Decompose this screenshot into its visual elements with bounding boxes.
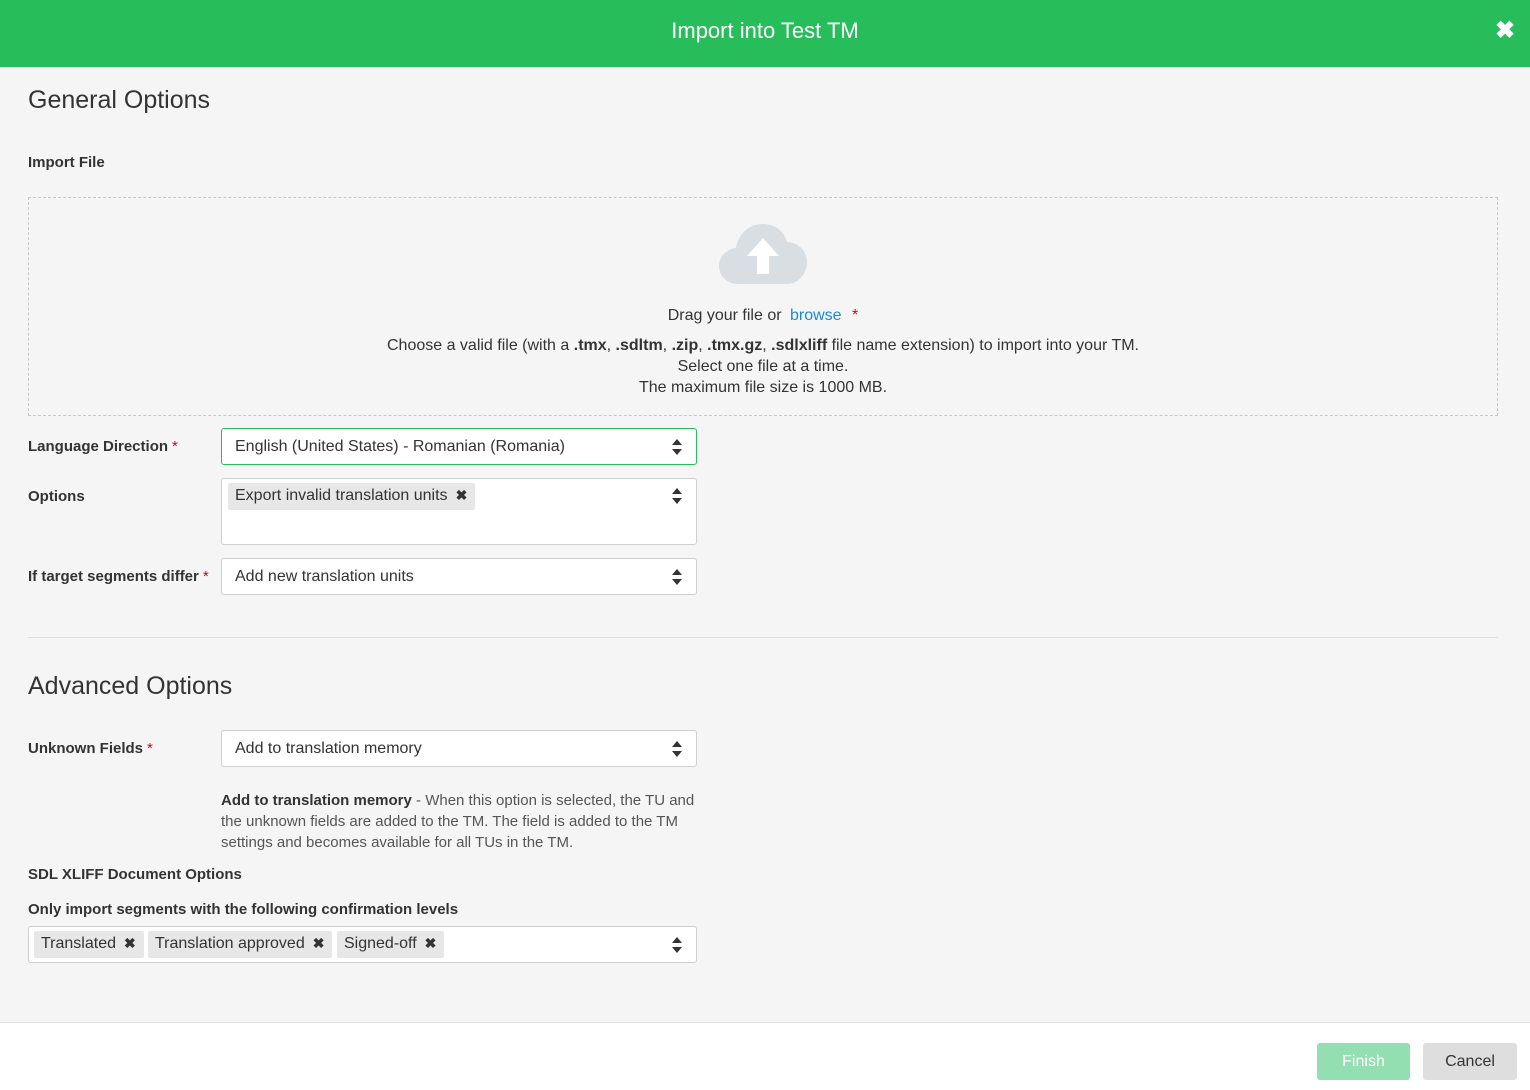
dropzone-choose-line: Choose a valid file (with a .tmx, .sdltm…	[386, 337, 1139, 354]
ext-sdlxliff: .sdlxliff	[771, 337, 828, 354]
browse-link[interactable]: browse	[790, 307, 842, 324]
target-differ-value: Add new translation units	[235, 568, 414, 585]
remove-tag-icon[interactable]: ✖	[124, 935, 136, 952]
caret-updown-icon	[672, 488, 682, 504]
help-bold: Add to translation memory	[221, 792, 412, 809]
remove-tag-icon[interactable]: ✖	[456, 487, 468, 504]
required-mark: *	[852, 307, 859, 324]
unknown-fields-value: Add to translation memory	[235, 740, 422, 757]
required-mark: *	[147, 740, 153, 757]
caret-updown-icon	[672, 438, 682, 455]
ext-tmx: .tmx	[573, 337, 607, 354]
sdlxliff-options-label: SDL XLIFF Document Options	[28, 866, 242, 883]
ext-tmxgz: .tmx.gz	[707, 337, 763, 354]
options-label: Options	[28, 488, 85, 505]
language-direction-label-text: Language Direction	[28, 438, 169, 455]
dialog-body: General Options Import File Drag your fi…	[0, 67, 1530, 1022]
advanced-options-title: Advanced Options	[28, 672, 233, 700]
option-tag-label: Export invalid translation units	[235, 487, 448, 504]
option-tag: Export invalid translation units ✖	[228, 483, 476, 510]
caret-updown-icon	[672, 740, 682, 757]
ext-zip: .zip	[671, 337, 699, 354]
max-size-note: The maximum file size is 1000 MB.	[638, 379, 888, 396]
target-differ-label-text: If target segments differ	[28, 568, 199, 585]
section-divider	[28, 637, 1498, 638]
close-icon[interactable]: ✖	[1492, 16, 1518, 46]
confirmation-levels-multiselect[interactable]: Translated ✖ Translation approved ✖ Signed…	[28, 926, 697, 963]
remove-tag-icon[interactable]: ✖	[313, 935, 325, 952]
tag-label: Translation approved	[155, 935, 305, 952]
dialog-footer: Finish Cancel	[0, 1022, 1530, 1090]
general-options-title: General Options	[28, 86, 211, 114]
cloud-upload-icon	[719, 224, 807, 284]
confirmation-levels-label: Only import segments with the following …	[28, 901, 459, 918]
required-mark: *	[172, 438, 178, 455]
dialog-title: Import into Test TM	[671, 18, 859, 43]
choose-prefix: Choose a valid file (with a	[386, 337, 570, 354]
confirmation-tag-translation-approved: Translation approved ✖	[148, 931, 333, 958]
unknown-fields-select[interactable]: Add to translation memory	[221, 730, 697, 767]
choose-suffix: file name extension) to import into your…	[831, 337, 1139, 354]
ext-sdltm: .sdltm	[615, 337, 663, 354]
required-mark: *	[202, 568, 209, 585]
dropzone-drag-line: Drag your file or browse *	[29, 307, 1497, 325]
confirmation-tag-signed-off: Signed-off ✖	[337, 931, 445, 958]
import-file-label: Import File	[28, 154, 105, 171]
tag-label: Signed-off	[344, 935, 417, 952]
language-direction-value: English (United States) - Romanian (Roma…	[235, 438, 565, 455]
dialog-header: Import into Test TM ✖	[0, 0, 1530, 67]
caret-updown-icon	[672, 936, 682, 953]
confirmation-tag-translated: Translated ✖	[34, 931, 144, 958]
tag-label: Translated	[41, 935, 116, 952]
file-dropzone[interactable]: Drag your file or browse * Choose a vali…	[28, 197, 1498, 416]
unknown-fields-help: Add to translation memory - When this op…	[221, 790, 701, 853]
cancel-button[interactable]: Cancel	[1423, 1043, 1517, 1080]
language-direction-label: Language Direction *	[28, 438, 178, 455]
caret-updown-icon	[672, 568, 682, 585]
one-file-note: Select one file at a time.	[677, 358, 849, 375]
language-direction-select[interactable]: English (United States) - Romanian (Roma…	[221, 428, 697, 465]
options-multiselect[interactable]: Export invalid translation units ✖	[221, 478, 697, 545]
unknown-fields-label: Unknown Fields *	[28, 740, 153, 757]
target-differ-label: If target segments differ *	[28, 568, 209, 585]
finish-button[interactable]: Finish	[1317, 1043, 1410, 1080]
drag-text: Drag your file or	[667, 307, 782, 324]
target-differ-select[interactable]: Add new translation units	[221, 558, 697, 595]
remove-tag-icon[interactable]: ✖	[425, 935, 437, 952]
unknown-fields-label-text: Unknown Fields	[28, 740, 144, 757]
